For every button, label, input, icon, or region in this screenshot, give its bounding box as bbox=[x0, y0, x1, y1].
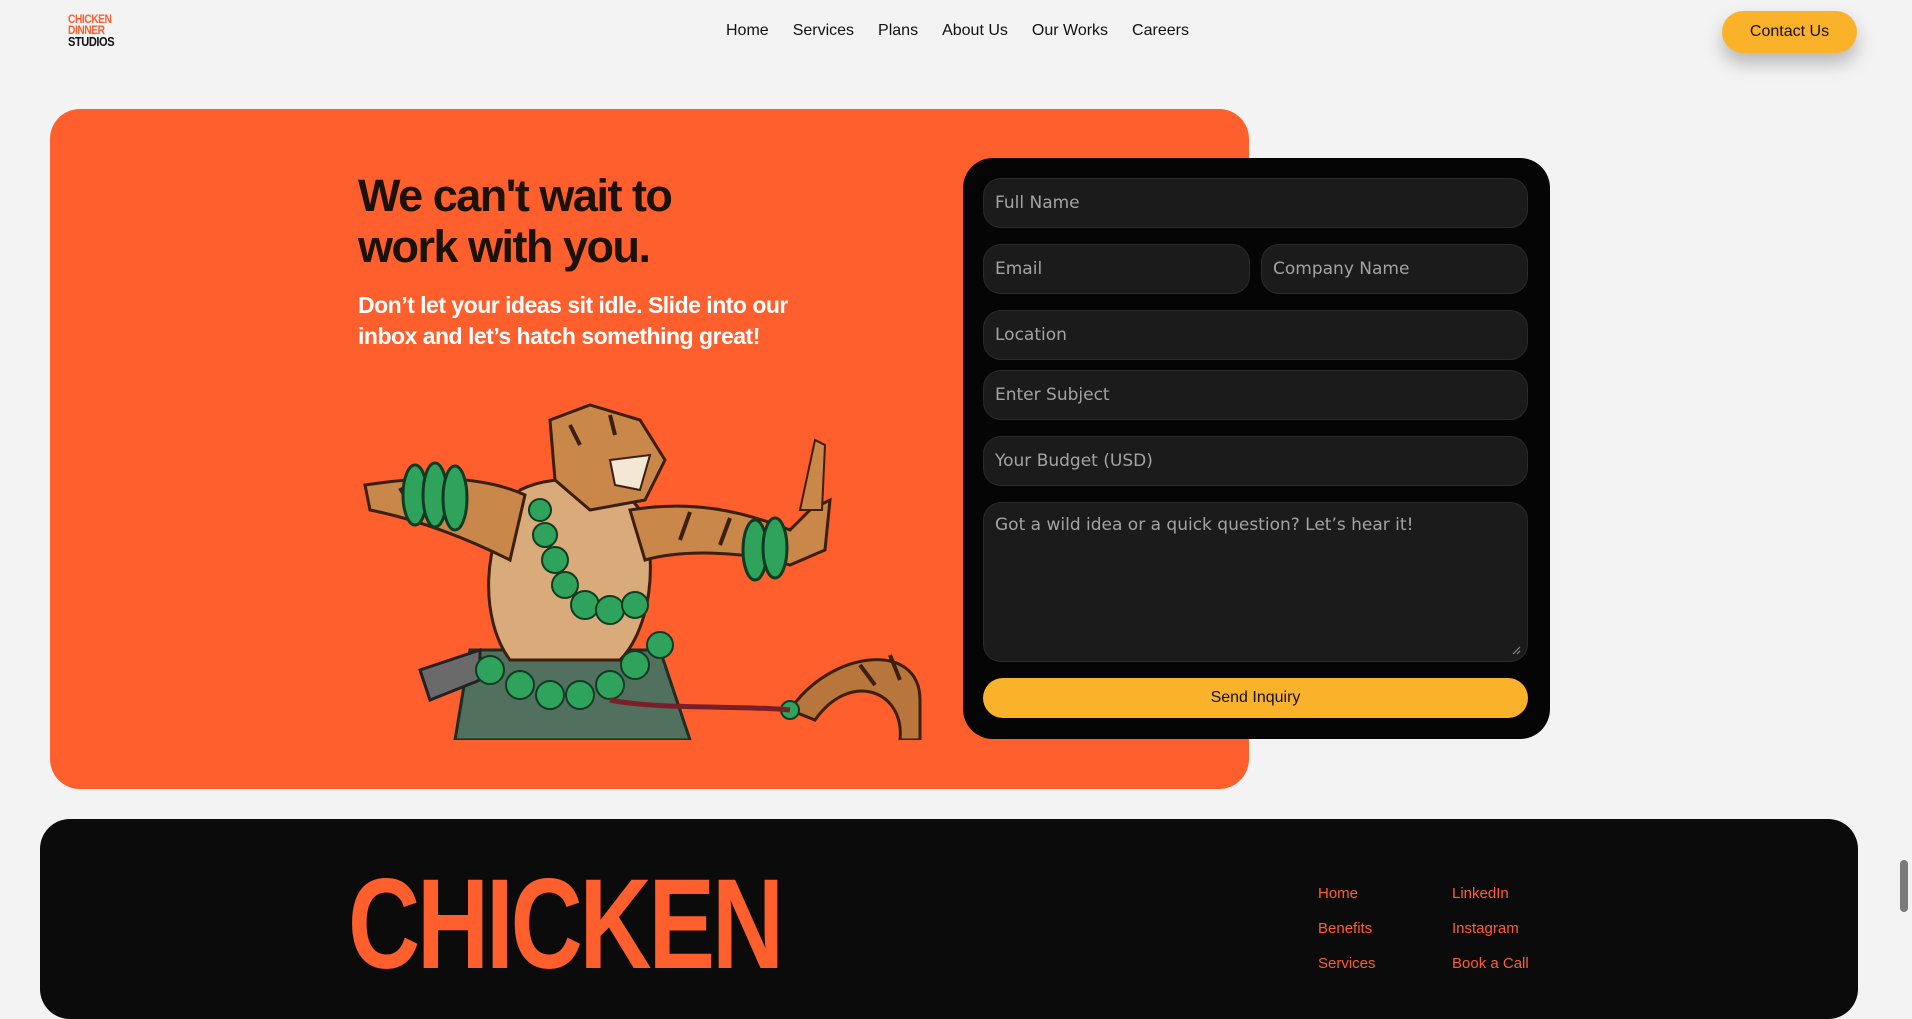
message-textarea[interactable]: Got a wild idea or a quick question? Let… bbox=[983, 502, 1528, 662]
nav-home[interactable]: Home bbox=[726, 22, 769, 40]
send-inquiry-button[interactable]: Send Inquiry bbox=[983, 678, 1528, 718]
nav-services[interactable]: Services bbox=[793, 22, 854, 40]
footer-link-benefits[interactable]: Benefits bbox=[1318, 920, 1376, 937]
main-nav: Home Services Plans About Us Our Works C… bbox=[726, 22, 1189, 40]
logo[interactable]: CHICKEN DINNER STUDIOS bbox=[68, 13, 122, 49]
scrollbar-track[interactable] bbox=[1896, 0, 1912, 970]
contact-subtext: Don’t let your ideas sit idle. Slide int… bbox=[358, 292, 788, 349]
contact-us-button[interactable]: Contact Us bbox=[1722, 11, 1857, 53]
site-footer: CHICKEN Home Benefits Services LinkedIn … bbox=[40, 819, 1858, 1019]
scrollbar-thumb[interactable] bbox=[1900, 860, 1908, 912]
footer-links-column-1: Home Benefits Services bbox=[1318, 885, 1376, 972]
company-name-input[interactable]: Company Name bbox=[1261, 244, 1528, 294]
nav-careers[interactable]: Careers bbox=[1132, 22, 1189, 40]
message-placeholder: Got a wild idea or a quick question? Let… bbox=[995, 515, 1414, 535]
footer-link-home[interactable]: Home bbox=[1318, 885, 1376, 902]
full-name-input[interactable]: Full Name bbox=[983, 178, 1528, 228]
budget-input[interactable]: Your Budget (USD) bbox=[983, 436, 1528, 486]
resize-handle-icon[interactable] bbox=[1511, 645, 1521, 655]
footer-link-instagram[interactable]: Instagram bbox=[1452, 920, 1529, 937]
footer-link-linkedin[interactable]: LinkedIn bbox=[1452, 885, 1529, 902]
tiger-warrior-illustration bbox=[363, 403, 922, 740]
site-header: CHICKEN DINNER STUDIOS Home Services Pla… bbox=[0, 0, 1912, 64]
inquiry-form: Full Name Email Company Name Location En… bbox=[963, 158, 1550, 739]
footer-link-book-a-call[interactable]: Book a Call bbox=[1452, 955, 1529, 972]
logo-line-3: STUDIOS bbox=[68, 34, 115, 49]
contact-headline: We can't wait to work with you. bbox=[358, 170, 673, 272]
subject-input[interactable]: Enter Subject bbox=[983, 370, 1528, 420]
nav-our-works[interactable]: Our Works bbox=[1032, 22, 1108, 40]
email-input[interactable]: Email bbox=[983, 244, 1250, 294]
nav-plans[interactable]: Plans bbox=[878, 22, 918, 40]
nav-about-us[interactable]: About Us bbox=[942, 22, 1008, 40]
location-input[interactable]: Location bbox=[983, 310, 1528, 360]
footer-links-column-2: LinkedIn Instagram Book a Call bbox=[1452, 885, 1529, 972]
footer-link-services[interactable]: Services bbox=[1318, 955, 1376, 972]
